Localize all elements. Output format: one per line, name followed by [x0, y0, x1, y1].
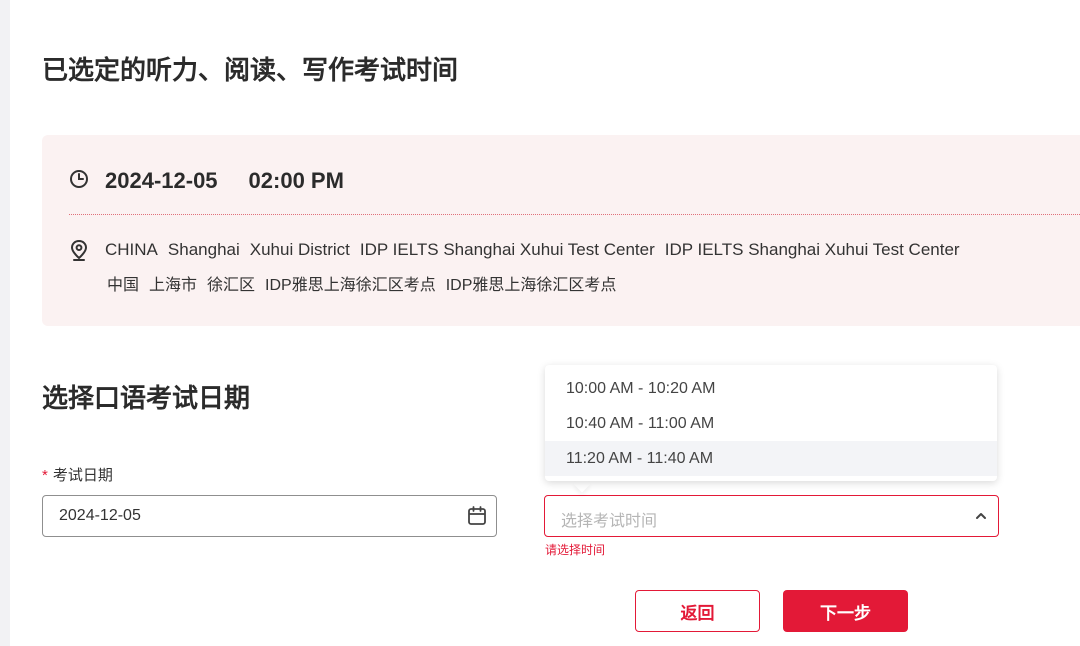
booked-time: 02:00 PM — [248, 168, 344, 193]
left-edge-strip — [0, 0, 10, 646]
dotted-divider — [69, 214, 1080, 215]
required-mark: * — [42, 467, 48, 484]
location-center: IDP IELTS Shanghai Xuhui Test Center — [359, 240, 655, 259]
booked-location-row: CHINA Shanghai Xuhui District IDP IELTS Sha… — [69, 239, 970, 297]
location-venue: IDP IELTS Shanghai Xuhui Test Center — [664, 240, 960, 259]
exam-date-value: 2024-12-05 — [59, 507, 141, 524]
exam-date-input[interactable]: 2024-12-05 — [42, 495, 497, 537]
booked-exam-title: 已选定的听力、阅读、写作考试时间 — [42, 56, 459, 86]
time-options-dropdown: 10:00 AM - 10:20 AM 10:40 AM - 11:00 AM … — [545, 365, 997, 481]
back-button[interactable]: 返回 — [635, 590, 760, 632]
speaking-date-title: 选择口语考试日期 — [42, 384, 251, 414]
location-english: CHINA Shanghai Xuhui District IDP IELTS Sha… — [105, 239, 970, 261]
chevron-up-icon[interactable] — [974, 509, 988, 528]
location-district-zh: 徐汇区 — [207, 277, 256, 294]
location-center-zh: IDP雅思上海徐汇区考点 — [265, 277, 436, 294]
clock-icon — [69, 169, 89, 194]
location-city-zh: 上海市 — [149, 277, 198, 294]
exam-date-label-text: 考试日期 — [52, 467, 113, 484]
exam-date-label: * 考试日期 — [42, 464, 113, 485]
exam-time-select[interactable]: 选择考试时间 — [544, 495, 999, 537]
location-district: Xuhui District — [249, 240, 350, 259]
exam-time-placeholder: 选择考试时间 — [561, 513, 658, 530]
next-step-button[interactable]: 下一步 — [783, 590, 908, 632]
location-chinese: 中国 上海市 徐汇区 IDP雅思上海徐汇区考点 IDP雅思上海徐汇区考点 — [105, 275, 970, 297]
time-error-message: 请选择时间 — [545, 543, 606, 557]
booked-date: 2024-12-05 — [105, 168, 218, 193]
time-option[interactable]: 10:40 AM - 11:00 AM — [545, 406, 997, 441]
location-pin-icon — [69, 239, 89, 266]
location-country-zh: 中国 — [107, 277, 140, 294]
location-country: CHINA — [105, 240, 158, 259]
time-option[interactable]: 11:20 AM - 11:40 AM — [545, 441, 997, 476]
calendar-icon[interactable] — [466, 505, 488, 532]
time-option[interactable]: 10:00 AM - 10:20 AM — [545, 371, 997, 406]
booked-datetime-row: 2024-12-05 02:00 PM — [69, 168, 344, 194]
location-city: Shanghai — [167, 240, 240, 259]
location-venue-zh: IDP雅思上海徐汇区考点 — [445, 277, 617, 294]
booked-exam-card: 2024-12-05 02:00 PM CHINA Shanghai Xuhui D… — [42, 135, 1080, 326]
